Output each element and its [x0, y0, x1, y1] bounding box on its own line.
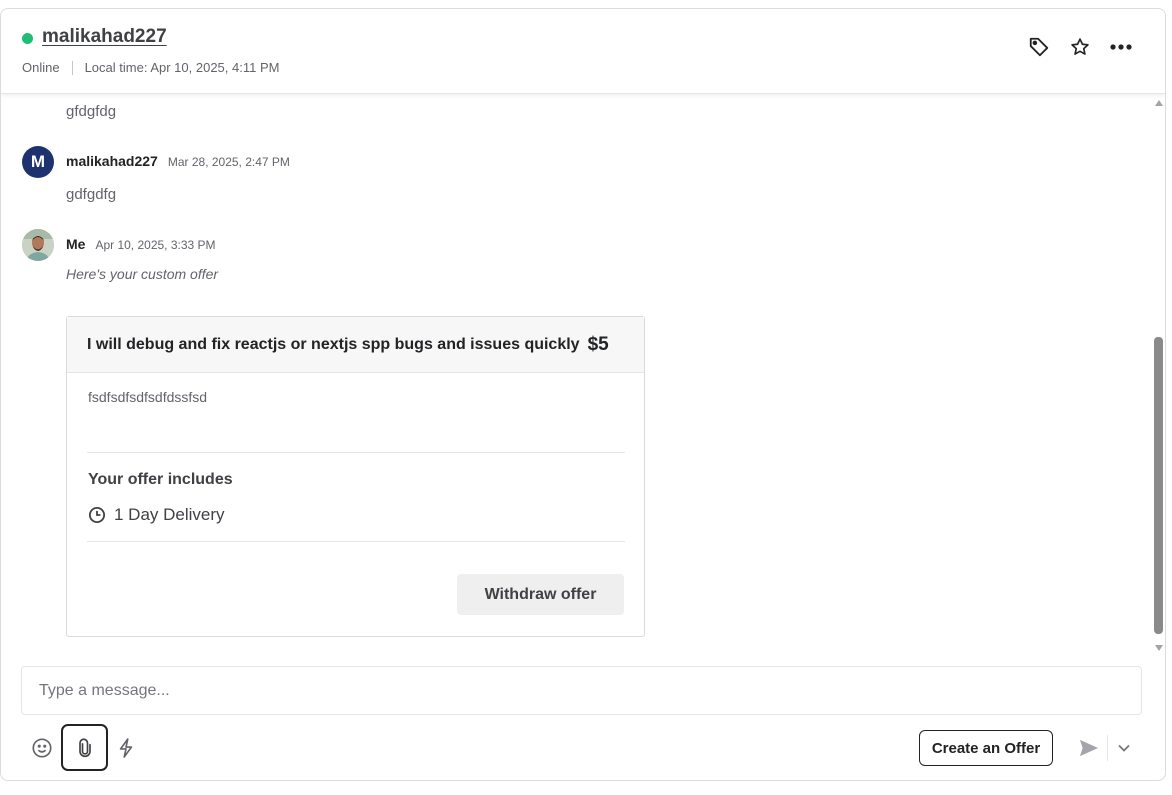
tag-icon[interactable] — [1027, 35, 1051, 59]
sender-name: Me — [66, 236, 86, 252]
withdraw-offer-button[interactable]: Withdraw offer — [457, 574, 624, 615]
local-time: Local time: Apr 10, 2025, 4:11 PM — [84, 60, 280, 75]
emoji-icon[interactable] — [30, 726, 54, 770]
divider — [87, 452, 625, 453]
message-header: malikahad227 Mar 28, 2025, 2:47 PM — [66, 153, 290, 169]
message-input[interactable] — [22, 667, 1141, 714]
send-icon[interactable] — [1076, 726, 1102, 770]
avatar[interactable]: M — [22, 146, 54, 178]
attachment-icon[interactable] — [61, 724, 108, 771]
offer-header: I will debug and fix reactjs or nextjs s… — [67, 317, 644, 373]
scroll-up-arrow-icon[interactable] — [1155, 100, 1163, 106]
chevron-down-icon[interactable] — [1114, 726, 1134, 770]
delivery-info: 1 Day Delivery — [88, 505, 225, 525]
scroll-down-arrow-icon[interactable] — [1155, 645, 1163, 651]
custom-offer-card: I will debug and fix reactjs or nextjs s… — [66, 316, 645, 637]
offer-price: $5 — [587, 333, 609, 355]
offer-description: fsdfsdfsdfsdfdssfsd — [88, 389, 208, 405]
message-text: Here's your custom offer — [66, 266, 219, 282]
contact-subline: Online Local time: Apr 10, 2025, 4:11 PM — [22, 60, 279, 75]
create-offer-button[interactable]: Create an Offer — [919, 730, 1053, 766]
offer-includes-heading: Your offer includes — [88, 471, 233, 488]
scrollbar-thumb[interactable] — [1154, 337, 1163, 634]
message-header: Me Apr 10, 2025, 3:33 PM — [66, 236, 216, 252]
chat-panel: malikahad227 Online Local time: Apr 10, … — [0, 8, 1166, 781]
quick-response-lightning-icon[interactable] — [115, 726, 137, 770]
message-time: Mar 28, 2025, 2:47 PM — [167, 155, 290, 169]
online-status-text: Online — [22, 60, 60, 75]
message-list[interactable]: gfdgfdg M malikahad227 Mar 28, 2025, 2:47… — [1, 94, 1151, 654]
avatar-letter: M — [30, 152, 46, 171]
sender-name: malikahad227 — [66, 153, 158, 169]
profile-photo-icon — [22, 229, 54, 261]
send-divider — [1107, 735, 1108, 761]
online-status-dot — [22, 33, 33, 44]
avatar[interactable] — [22, 229, 54, 261]
clock-icon — [88, 506, 106, 524]
message-composer — [21, 666, 1142, 715]
subline-divider — [71, 60, 73, 75]
message-time: Apr 10, 2025, 3:33 PM — [95, 238, 216, 252]
message-scrollbar[interactable] — [1151, 94, 1165, 654]
star-icon[interactable] — [1068, 35, 1092, 59]
more-icon[interactable] — [1109, 35, 1133, 59]
divider — [87, 541, 625, 542]
message-text: gfdgfdg — [66, 103, 117, 120]
message-text: gdfgdfg — [66, 186, 117, 203]
delivery-text: 1 Day Delivery — [114, 505, 225, 524]
chat-header: malikahad227 Online Local time: Apr 10, … — [1, 9, 1165, 94]
offer-title: I will debug and fix reactjs or nextjs s… — [87, 335, 580, 353]
contact-username-link[interactable]: malikahad227 — [42, 26, 167, 48]
